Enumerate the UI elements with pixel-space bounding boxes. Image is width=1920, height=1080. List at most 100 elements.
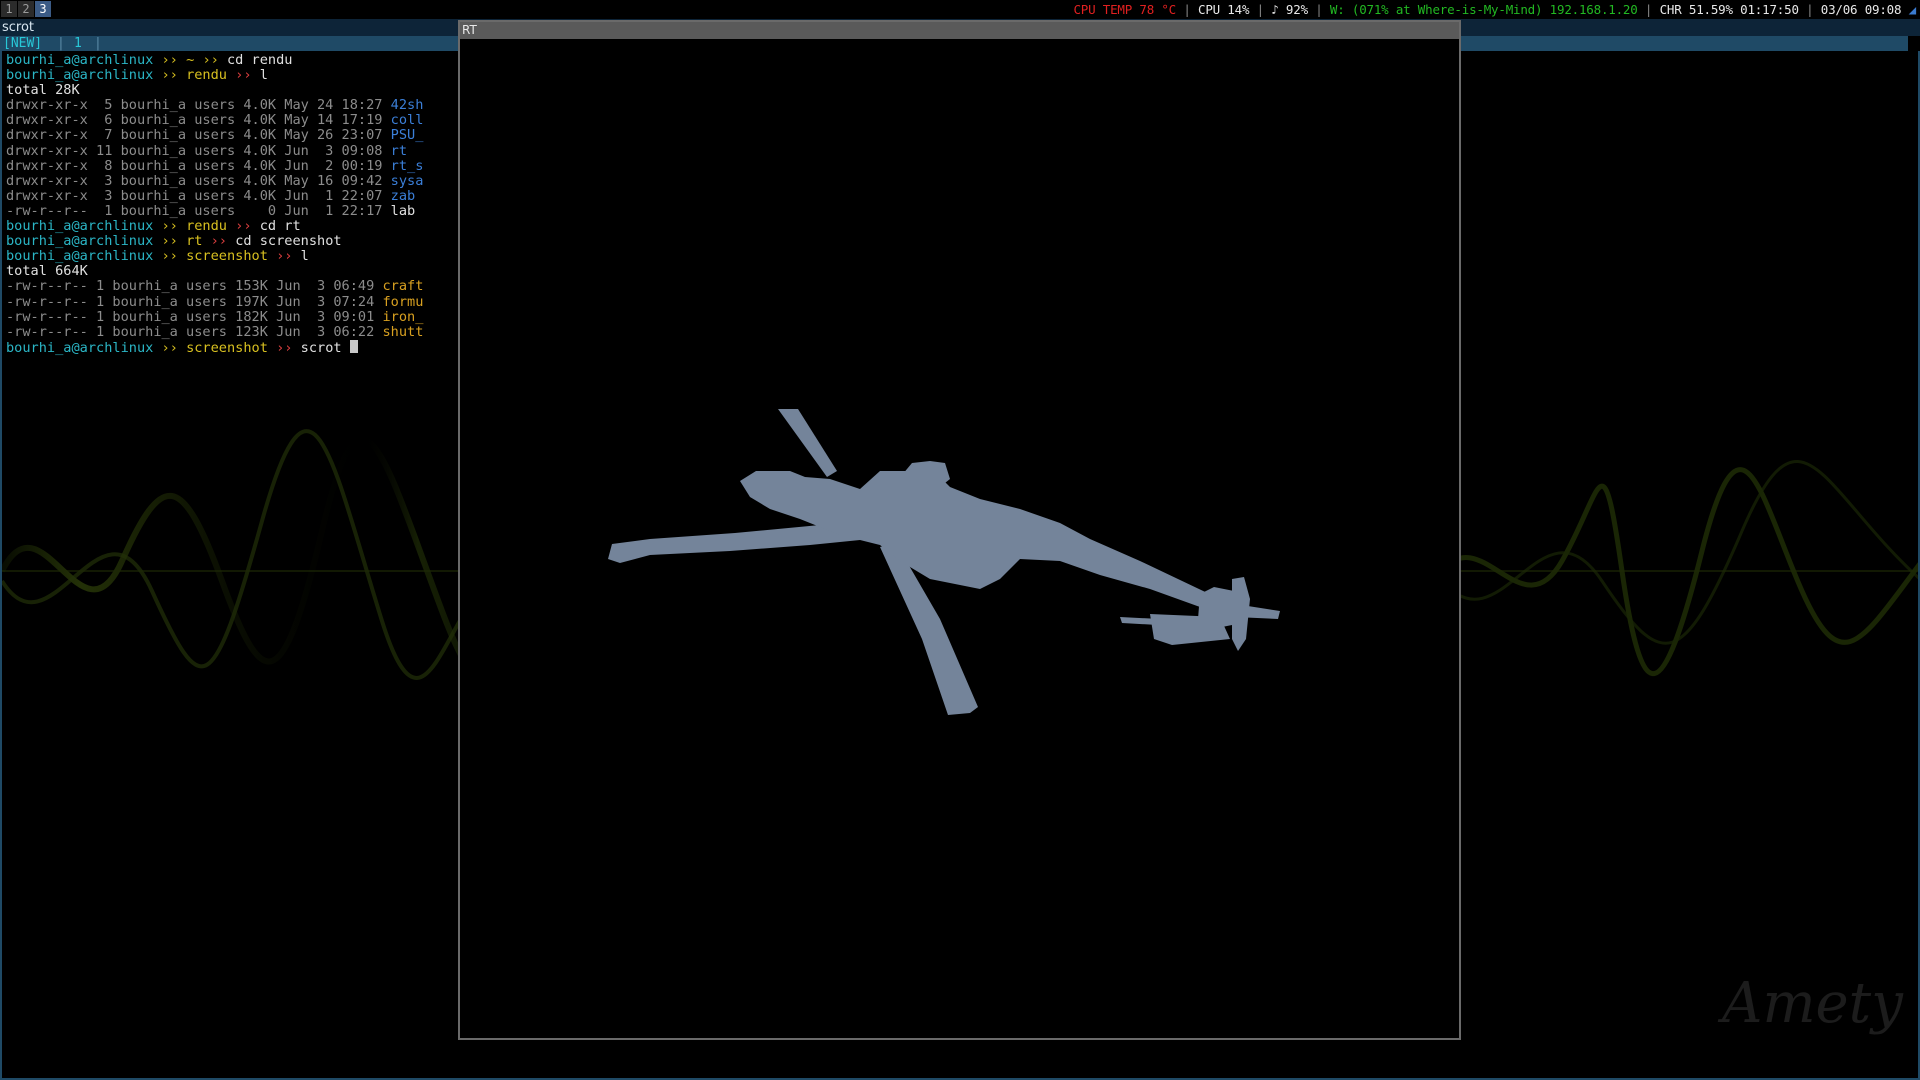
tab-1[interactable]: 1 bbox=[74, 36, 82, 51]
terminal-text: drwxr-xr-x 3 bourhi_a users 4.0K May 16 … bbox=[6, 172, 391, 189]
terminal-text: bourhi_a@archlinux bbox=[6, 67, 162, 84]
terminal-text: ›› bbox=[276, 339, 301, 356]
terminal-text: ›› bbox=[161, 218, 187, 235]
terminal-text: ›› bbox=[276, 248, 301, 265]
wifi-status: W: (071% at Where-is-My-Mind) bbox=[1329, 2, 1543, 17]
terminal-text: rt bbox=[390, 142, 408, 159]
terminal-text: sysa bbox=[390, 172, 424, 189]
cpu-temp: CPU TEMP 78 °C bbox=[1073, 2, 1177, 17]
cpu-usage: CPU 14% bbox=[1198, 2, 1250, 17]
terminal-text: ›› bbox=[161, 248, 187, 265]
workspace-2[interactable]: 2 bbox=[18, 1, 34, 17]
terminal-text: -rw-r--r-- 1 bourhi_a users 123K Jun 3 0… bbox=[6, 323, 383, 340]
terminal-text: screenshot bbox=[186, 248, 277, 265]
terminal-text: 42sh bbox=[390, 97, 424, 114]
terminal-text: drwxr-xr-x 7 bourhi_a users 4.0K May 26 … bbox=[6, 127, 391, 144]
terminal-text: drwxr-xr-x 6 bourhi_a users 4.0K May 14 … bbox=[6, 112, 391, 129]
terminal-text: -rw-r--r-- 1 bourhi_a users 0 Jun 1 22:1… bbox=[6, 202, 391, 219]
terminal-text: zab bbox=[390, 187, 416, 204]
terminal-text: cd rendu bbox=[227, 52, 293, 68]
terminal-text: -rw-r--r-- 1 bourhi_a users 197K Jun 3 0… bbox=[6, 293, 383, 310]
system-status: CPU TEMP 78 °C | CPU 14% | ♪ 92% | W: (0… bbox=[1073, 2, 1917, 17]
terminal-text: craft bbox=[382, 278, 424, 295]
tab-separator: | bbox=[57, 36, 65, 51]
terminal-text: ›› bbox=[235, 67, 260, 84]
terminal-line: drwxr-xr-x 3 bourhi_a users 4.0K Jun 1 2… bbox=[6, 187, 423, 204]
raytracer-render bbox=[608, 409, 1280, 715]
terminal-line: bourhi_a@archlinux ›› rendu ›› l bbox=[6, 68, 423, 83]
terminal-text: lab bbox=[390, 202, 416, 219]
terminal-text: ›› bbox=[161, 233, 187, 250]
terminal-text: rendu bbox=[186, 67, 236, 84]
helicopter-model bbox=[608, 409, 1280, 715]
terminal-text: ›› bbox=[161, 339, 187, 356]
terminal-text: bourhi_a@archlinux bbox=[6, 339, 162, 356]
status-bar: 123 CPU TEMP 78 °C | CPU 14% | ♪ 92% | W… bbox=[0, 0, 1920, 19]
terminal-text: cd screenshot bbox=[235, 233, 342, 250]
terminal-text: PSU_ bbox=[390, 127, 424, 144]
tab-separator: | bbox=[94, 36, 102, 51]
terminal-text: cd rt bbox=[259, 218, 301, 235]
terminal-line: drwxr-xr-x 11 bourhi_a users 4.0K Jun 3 … bbox=[6, 142, 423, 159]
terminal-line: bourhi_a@archlinux ›› rendu ›› cd rt bbox=[6, 218, 423, 235]
terminal-text: screenshot bbox=[186, 339, 277, 356]
terminal-line: -rw-r--r-- 1 bourhi_a users 197K Jun 3 0… bbox=[6, 293, 424, 310]
terminal-text: ›› bbox=[235, 218, 260, 235]
terminal-text: total 28K bbox=[6, 82, 80, 99]
rt-titlebar[interactable]: RT bbox=[460, 22, 1459, 39]
terminal-text: bourhi_a@archlinux bbox=[6, 233, 162, 250]
terminal-text: rt bbox=[186, 233, 211, 250]
terminal-text: rendu bbox=[186, 218, 236, 235]
terminal-output: bourhi_a@archlinux ›› ~ ›› cd rendu bourh… bbox=[6, 52, 424, 356]
terminal-text: l bbox=[300, 248, 309, 265]
terminal-line: -rw-r--r-- 1 bourhi_a users 0 Jun 1 22:1… bbox=[6, 202, 423, 219]
wallpaper-signature: Amety bbox=[1722, 971, 1903, 1036]
volume: ♪ 92% bbox=[1271, 2, 1308, 17]
terminal-text: total 664K bbox=[6, 263, 88, 280]
terminal-text: formu bbox=[382, 293, 424, 310]
terminal-text: coll bbox=[390, 112, 424, 129]
terminal-line: bourhi_a@archlinux ›› screenshot ›› l bbox=[6, 249, 423, 264]
terminal-line: drwxr-xr-x 7 bourhi_a users 4.0K May 26 … bbox=[6, 128, 423, 143]
terminal-text: ›› bbox=[161, 52, 187, 68]
terminal-text: -rw-r--r-- 1 bourhi_a users 153K Jun 3 0… bbox=[6, 278, 383, 295]
terminal-text: scrot bbox=[300, 339, 350, 356]
terminal-text: drwxr-xr-x 11 bourhi_a users 4.0K Jun 3 … bbox=[6, 142, 391, 159]
workspace-3[interactable]: 3 bbox=[35, 1, 51, 17]
terminal-line: drwxr-xr-x 5 bourhi_a users 4.0K May 24 … bbox=[6, 98, 423, 113]
terminal-line: drwxr-xr-x 8 bourhi_a users 4.0K Jun 2 0… bbox=[6, 157, 424, 174]
terminal-text: l bbox=[259, 67, 268, 84]
terminal-line: total 664K bbox=[6, 264, 423, 279]
terminal-text: shutt bbox=[382, 323, 424, 340]
rt-window[interactable]: RT bbox=[458, 20, 1461, 1040]
terminal-text: drwxr-xr-x 8 bourhi_a users 4.0K Jun 2 0… bbox=[6, 157, 391, 174]
terminal-line: drwxr-xr-x 3 bourhi_a users 4.0K May 16 … bbox=[6, 172, 424, 189]
workspace-1[interactable]: 1 bbox=[1, 1, 17, 17]
tray-icon[interactable]: ◢ bbox=[1909, 2, 1917, 17]
rt-title: RT bbox=[462, 23, 477, 37]
terminal-line: -rw-r--r-- 1 bourhi_a users 153K Jun 3 0… bbox=[6, 279, 423, 294]
terminal-cursor bbox=[349, 339, 358, 353]
terminal-title: scrot bbox=[2, 20, 35, 35]
terminal-text: ›› bbox=[202, 52, 227, 68]
battery-status: CHR 51.59% 01:17:50 bbox=[1659, 2, 1799, 17]
terminal-text: bourhi_a@archlinux bbox=[6, 52, 162, 68]
terminal-text: drwxr-xr-x 3 bourhi_a users 4.0K Jun 1 2… bbox=[6, 187, 391, 204]
tab-new[interactable]: [NEW] bbox=[3, 36, 42, 51]
ip-address: 192.168.1.20 bbox=[1549, 2, 1638, 17]
terminal-text: -rw-r--r-- 1 bourhi_a users 182K Jun 3 0… bbox=[6, 308, 383, 325]
terminal-text: ›› bbox=[161, 67, 187, 84]
terminal-line: bourhi_a@archlinux ›› ~ ›› cd rendu bbox=[6, 52, 423, 68]
terminal-text: ~ bbox=[186, 52, 203, 68]
terminal-text: bourhi_a@archlinux bbox=[6, 218, 162, 235]
terminal-line: total 28K bbox=[6, 83, 423, 98]
terminal-text: iron_ bbox=[382, 308, 424, 325]
terminal-line: drwxr-xr-x 6 bourhi_a users 4.0K May 14 … bbox=[6, 113, 423, 128]
terminal-line: bourhi_a@archlinux ›› screenshot ›› scro… bbox=[6, 339, 423, 356]
terminal-text: rt_s bbox=[390, 157, 424, 174]
terminal-line: -rw-r--r-- 1 bourhi_a users 123K Jun 3 0… bbox=[6, 323, 424, 340]
clock: 03/06 09:08 bbox=[1820, 2, 1902, 17]
terminal-line: -rw-r--r-- 1 bourhi_a users 182K Jun 3 0… bbox=[6, 308, 424, 325]
terminal-text: ›› bbox=[210, 233, 236, 250]
terminal-text: bourhi_a@archlinux bbox=[6, 248, 162, 265]
